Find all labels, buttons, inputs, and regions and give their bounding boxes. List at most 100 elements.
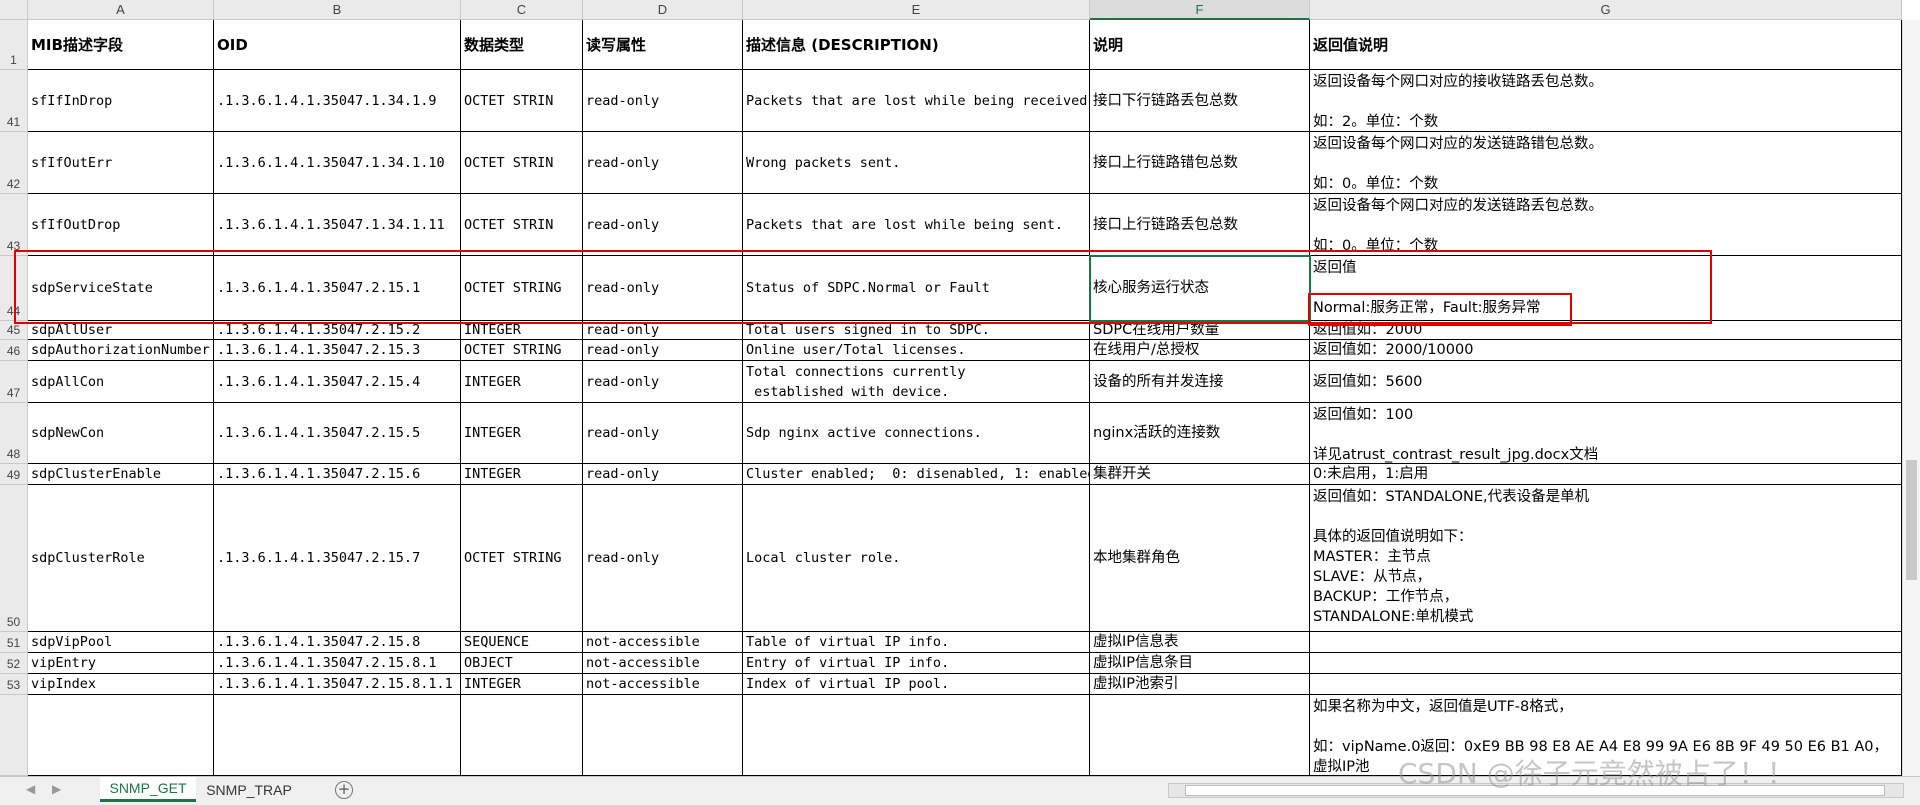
table-cell[interactable]: Wrong packets sent. [743, 132, 1090, 194]
table-cell[interactable] [1310, 632, 1902, 653]
table-cell[interactable]: .1.3.6.1.4.1.35047.2.15.4 [214, 361, 461, 403]
select-all-corner[interactable] [0, 0, 28, 20]
table-cell[interactable]: 返回设备每个网口对应的接收链路丢包总数。 如：2。单位：个数 [1310, 70, 1902, 132]
table-cell[interactable]: 返回设备每个网口对应的发送链路丢包总数。 如：0。单位：个数 [1310, 194, 1902, 256]
table-cell[interactable]: sdpServiceState [28, 256, 214, 321]
row-header[interactable]: 42 [0, 132, 28, 194]
table-cell[interactable]: Total users signed in to SDPC. [743, 321, 1090, 340]
table-cell[interactable]: 接口上行链路错包总数 [1090, 132, 1310, 194]
row-header[interactable]: 53 [0, 674, 28, 695]
table-cell[interactable] [583, 695, 743, 776]
header-cell[interactable]: OID [214, 20, 461, 70]
table-cell[interactable]: Cluster enabled; 0: disenabled, 1: enabl… [743, 464, 1090, 485]
table-cell[interactable]: read-only [583, 464, 743, 485]
table-cell[interactable]: 接口上行链路丢包总数 [1090, 194, 1310, 256]
header-cell[interactable]: MIB描述字段 [28, 20, 214, 70]
table-cell[interactable]: SEQUENCE [461, 632, 583, 653]
table-cell[interactable]: Status of SDPC.Normal or Fault [743, 256, 1090, 321]
row-header[interactable]: 44 [0, 256, 28, 321]
row-header[interactable]: 47 [0, 361, 28, 403]
header-cell[interactable]: 描述信息 (DESCRIPTION) [743, 20, 1090, 70]
table-cell[interactable]: Packets that are lost while being receiv… [743, 70, 1090, 132]
header-cell[interactable]: 返回值说明 [1310, 20, 1902, 70]
row-header[interactable]: 1 [0, 20, 28, 70]
table-cell[interactable]: INTEGER [461, 361, 583, 403]
table-cell[interactable]: read-only [583, 361, 743, 403]
header-cell[interactable]: 说明 [1090, 20, 1310, 70]
row-header[interactable]: 49 [0, 464, 28, 485]
row-header[interactable]: 41 [0, 70, 28, 132]
table-cell[interactable] [1090, 695, 1310, 776]
row-header[interactable]: 48 [0, 403, 28, 464]
next-sheet-icon[interactable]: ▶ [52, 782, 61, 796]
table-cell[interactable]: Table of virtual IP info. [743, 632, 1090, 653]
table-cell[interactable]: 返回值如：STANDALONE,代表设备是单机 具体的返回值说明如下： MAST… [1310, 485, 1902, 632]
table-cell[interactable] [28, 695, 214, 776]
table-cell[interactable]: read-only [583, 485, 743, 632]
table-cell[interactable]: OCTET STRING [461, 256, 583, 321]
table-cell[interactable]: 返回值 Normal:服务正常，Fault:服务异常 [1310, 256, 1902, 321]
table-cell[interactable]: .1.3.6.1.4.1.35047.1.34.1.9 [214, 70, 461, 132]
table-cell[interactable]: OBJECT [461, 653, 583, 674]
table-cell[interactable]: 本地集群角色 [1090, 485, 1310, 632]
row-header[interactable]: 46 [0, 340, 28, 361]
vertical-scrollbar[interactable] [1902, 20, 1920, 776]
table-cell[interactable]: read-only [583, 70, 743, 132]
table-cell[interactable]: Sdp nginx active connections. [743, 403, 1090, 464]
table-cell[interactable]: 虚拟IP池索引 [1090, 674, 1310, 695]
table-cell[interactable]: read-only [583, 403, 743, 464]
table-cell[interactable]: 返回设备每个网口对应的发送链路错包总数。 如：0。单位：个数 [1310, 132, 1902, 194]
prev-sheet-icon[interactable]: ◀ [26, 782, 35, 796]
table-cell[interactable]: Index of virtual IP pool. [743, 674, 1090, 695]
table-cell[interactable]: sdpClusterEnable [28, 464, 214, 485]
table-cell[interactable]: sdpNewCon [28, 403, 214, 464]
table-cell[interactable]: 核心服务运行状态 [1090, 256, 1310, 321]
table-cell[interactable]: vipIndex [28, 674, 214, 695]
table-cell[interactable]: .1.3.6.1.4.1.35047.2.15.8.1 [214, 653, 461, 674]
table-cell[interactable] [1310, 674, 1902, 695]
table-cell[interactable]: OCTET STRIN [461, 70, 583, 132]
table-cell[interactable]: sdpAllCon [28, 361, 214, 403]
table-cell[interactable]: .1.3.6.1.4.1.35047.2.15.2 [214, 321, 461, 340]
table-cell[interactable] [1310, 653, 1902, 674]
row-header[interactable]: 43 [0, 194, 28, 256]
table-cell[interactable]: 接口下行链路丢包总数 [1090, 70, 1310, 132]
table-cell[interactable]: read-only [583, 340, 743, 361]
column-header-b[interactable]: B [214, 0, 461, 20]
spreadsheet[interactable]: A B C D E F G 1 MIB描述字段 OID 数据类型 读写属性 描述信息 (DESCRIPT… [0, 0, 1920, 805]
table-cell[interactable]: sdpVipPool [28, 632, 214, 653]
table-cell[interactable]: SDPC在线用户数量 [1090, 321, 1310, 340]
table-cell[interactable]: OCTET STRIN [461, 132, 583, 194]
table-cell[interactable]: not-accessible [583, 632, 743, 653]
table-cell[interactable] [461, 695, 583, 776]
table-cell[interactable]: sfIfInDrop [28, 70, 214, 132]
table-cell[interactable]: Local cluster role. [743, 485, 1090, 632]
table-cell[interactable]: read-only [583, 321, 743, 340]
table-cell[interactable]: INTEGER [461, 674, 583, 695]
table-cell[interactable]: 虚拟IP信息表 [1090, 632, 1310, 653]
column-header-c[interactable]: C [461, 0, 583, 20]
table-cell[interactable]: .1.3.6.1.4.1.35047.2.15.5 [214, 403, 461, 464]
table-cell[interactable]: 返回值如：2000 [1310, 321, 1902, 340]
header-cell[interactable]: 数据类型 [461, 20, 583, 70]
column-header-g[interactable]: G [1310, 0, 1902, 20]
column-header-e[interactable]: E [743, 0, 1090, 20]
table-cell[interactable]: INTEGER [461, 403, 583, 464]
table-cell[interactable]: OCTET STRIN [461, 194, 583, 256]
table-cell[interactable]: sdpAllUser [28, 321, 214, 340]
table-cell[interactable]: 设备的所有并发连接 [1090, 361, 1310, 403]
table-cell[interactable]: read-only [583, 132, 743, 194]
table-cell[interactable]: .1.3.6.1.4.1.35047.2.15.6 [214, 464, 461, 485]
table-cell[interactable]: sfIfOutErr [28, 132, 214, 194]
table-cell[interactable]: OCTET STRING [461, 485, 583, 632]
row-header[interactable]: 52 [0, 653, 28, 674]
table-cell[interactable]: sdpClusterRole [28, 485, 214, 632]
table-cell[interactable]: read-only [583, 194, 743, 256]
table-cell[interactable]: vipEntry [28, 653, 214, 674]
table-cell[interactable]: INTEGER [461, 321, 583, 340]
table-cell[interactable]: sdpAuthorizationNumber [28, 340, 214, 361]
table-cell[interactable]: INTEGER [461, 464, 583, 485]
table-cell[interactable]: .1.3.6.1.4.1.35047.2.15.7 [214, 485, 461, 632]
table-cell[interactable]: not-accessible [583, 653, 743, 674]
table-cell[interactable]: 返回值如：5600 [1310, 361, 1902, 403]
